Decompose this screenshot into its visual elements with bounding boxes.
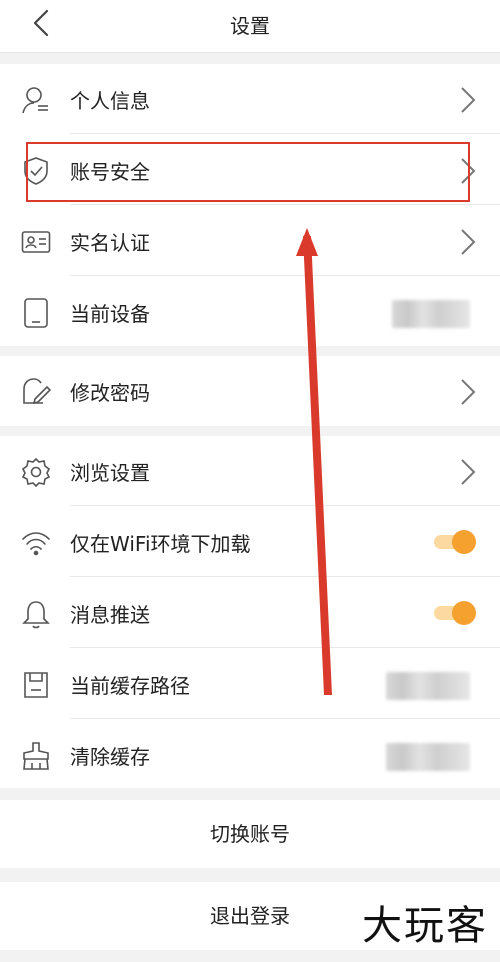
settings-row-label: 修改密码	[70, 381, 150, 405]
device-value-blurred	[392, 300, 470, 328]
settings-row-current-device[interactable]: 当前设备	[0, 277, 500, 347]
settings-row-label: 当前设备	[70, 302, 150, 326]
settings-row-label: 实名认证	[70, 231, 150, 255]
cache-path-blurred	[386, 672, 470, 700]
settings-row-wifi-only: 仅在WiFi环境下加载	[0, 507, 500, 577]
chevron-right-icon	[461, 87, 476, 113]
settings-row-real-name-verification[interactable]: 实名认证	[0, 206, 500, 276]
push-notifications-toggle[interactable]	[434, 601, 476, 625]
gear-icon	[20, 456, 52, 488]
settings-row-cache-path[interactable]: 当前缓存路径	[0, 649, 500, 719]
password-section: 修改密码	[0, 356, 500, 426]
id-card-icon	[20, 226, 52, 258]
settings-row-change-password[interactable]: 修改密码	[0, 356, 500, 426]
settings-row-clear-cache[interactable]: 清除缓存	[0, 720, 500, 790]
settings-row-label: 清除缓存	[70, 745, 150, 769]
person-icon	[20, 84, 52, 116]
wifi-icon	[20, 527, 52, 559]
broom-icon	[20, 740, 52, 772]
storage-card-icon	[20, 669, 52, 701]
highlight-box	[26, 142, 470, 202]
settings-row-push-notifications: 消息推送	[0, 578, 500, 648]
cache-size-blurred	[386, 743, 470, 771]
settings-row-label: 仅在WiFi环境下加载	[70, 532, 251, 556]
bell-icon	[20, 598, 52, 630]
settings-row-label: 浏览设置	[70, 461, 150, 485]
tablet-icon	[20, 297, 52, 329]
nav-header: 设置	[0, 0, 500, 53]
wifi-only-toggle[interactable]	[434, 530, 476, 554]
chevron-right-icon	[461, 459, 476, 485]
settings-row-label: 消息推送	[70, 603, 150, 627]
page-title: 设置	[230, 14, 270, 38]
general-section: 浏览设置 仅在WiFi环境下加载 消息推送 当前缓存路径 清除缓存	[0, 436, 500, 788]
settings-row-label: 当前缓存路径	[70, 674, 190, 698]
settings-row-label: 个人信息	[70, 89, 150, 113]
chevron-right-icon	[461, 379, 476, 405]
switch-account-button[interactable]: 切换账号	[0, 800, 500, 868]
chevron-right-icon	[461, 229, 476, 255]
settings-row-browse-settings[interactable]: 浏览设置	[0, 436, 500, 506]
edit-lock-icon	[20, 376, 52, 408]
account-section: 个人信息 账号安全 实名认证 当前设备	[0, 64, 500, 346]
settings-row-personal-info[interactable]: 个人信息	[0, 64, 500, 134]
watermark-text: 大玩客	[362, 903, 488, 949]
